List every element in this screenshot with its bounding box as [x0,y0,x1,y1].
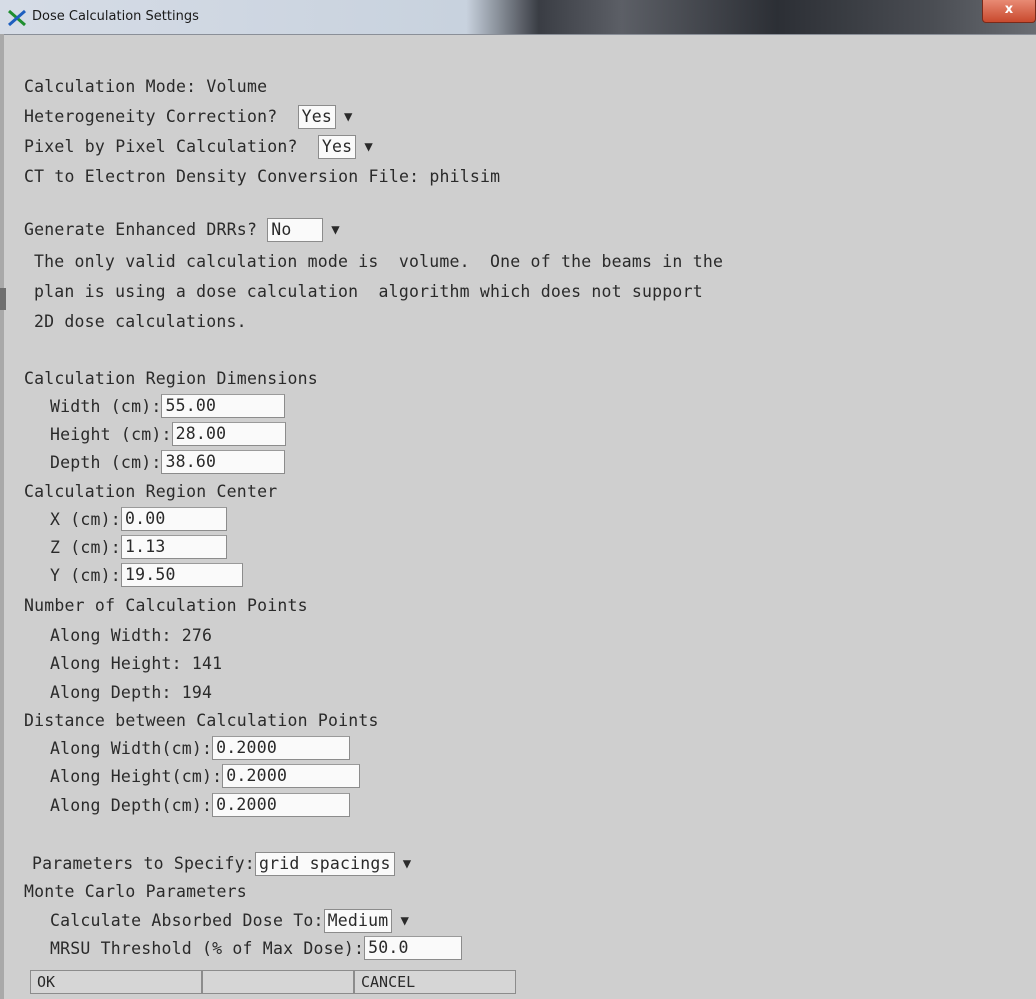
hetero-value: Yes [297,105,337,129]
absorbed-label: Calculate Absorbed Dose To: [50,911,324,930]
width-label: Width (cm): [50,397,162,416]
pixel-row: Pixel by Pixel Calculation? Yes ▼ [24,135,373,159]
x-row: X (cm): 0.00 [50,507,227,531]
params-value: grid spacings [254,852,395,876]
depth-label: Depth (cm): [50,453,162,472]
window-title: Dose Calculation Settings [32,9,199,24]
height-row: Height (cm): 28.00 [50,422,286,446]
calc-points-height: Along Height: 141 [50,654,223,673]
calc-points-heading: Number of Calculation Points [24,596,308,615]
distance-width-label: Along Width(cm): [50,739,213,758]
calc-points-width: Along Width: 276 [50,626,213,645]
dropdown-arrow-icon[interactable]: ▼ [331,219,340,241]
drr-row: Generate Enhanced DRRs? No ▼ [24,218,340,242]
ct-conversion-text: CT to Electron Density Conversion File: … [24,167,501,186]
width-row: Width (cm): 55.00 [50,394,286,418]
x-label: X (cm): [50,510,121,529]
cancel-button[interactable]: CANCEL [354,970,516,994]
region-dimensions-heading: Calculation Region Dimensions [24,369,318,388]
mrsu-input[interactable]: 50.0 [364,936,463,960]
depth-input[interactable]: 38.60 [161,450,286,474]
blank-button[interactable] [202,970,354,994]
x-input[interactable]: 0.00 [120,507,227,531]
distance-depth-input[interactable]: 0.2000 [212,793,351,817]
z-row: Z (cm): 1.13 [50,535,227,559]
mrsu-label: MRSU Threshold (% of Max Dose): [50,939,365,958]
calc-points-depth: Along Depth: 194 [50,683,213,702]
close-button[interactable]: x [982,0,1036,23]
hetero-row: Heterogeneity Correction? Yes ▼ [24,105,353,129]
depth-row: Depth (cm): 38.60 [50,450,286,474]
mrsu-row: MRSU Threshold (% of Max Dose): 50.0 [50,936,463,960]
message-line: The only valid calculation mode is volum… [34,252,724,271]
y-input[interactable]: 19.50 [120,563,243,587]
message-line: 2D dose calculations. [34,312,247,331]
message-line: plan is using a dose calculation algorit… [34,282,703,301]
z-label: Z (cm): [50,538,121,557]
region-center-heading: Calculation Region Center [24,482,278,501]
pixel-dropdown[interactable]: Yes ▼ [317,135,373,159]
dropdown-arrow-icon[interactable]: ▼ [364,136,373,158]
drr-label: Generate Enhanced DRRs? [24,220,258,239]
calc-mode-text: Calculation Mode: Volume [24,77,268,96]
dropdown-arrow-icon[interactable]: ▼ [400,910,409,932]
y-label: Y (cm): [50,566,121,585]
distance-height-input[interactable]: 0.2000 [222,764,361,788]
window-left-edge [0,34,4,999]
distance-width-row: Along Width(cm): 0.2000 [50,736,351,760]
params-label: Parameters to Specify: [32,854,255,873]
params-row: Parameters to Specify: grid spacings ▼ [32,852,412,876]
button-bar: OK CANCEL [30,970,516,996]
hetero-dropdown[interactable]: Yes ▼ [297,105,353,129]
distance-depth-row: Along Depth(cm): 0.2000 [50,793,351,817]
dropdown-arrow-icon[interactable]: ▼ [403,853,412,875]
absorbed-row: Calculate Absorbed Dose To: Medium ▼ [50,909,409,933]
pixel-label: Pixel by Pixel Calculation? [24,137,298,156]
distance-depth-label: Along Depth(cm): [50,796,213,815]
y-row: Y (cm): 19.50 [50,563,243,587]
ok-button[interactable]: OK [30,970,202,994]
distance-width-input[interactable]: 0.2000 [212,736,351,760]
dropdown-arrow-icon[interactable]: ▼ [344,106,353,128]
drr-dropdown[interactable]: No ▼ [267,218,340,242]
monte-carlo-heading: Monte Carlo Parameters [24,882,247,901]
distance-heading: Distance between Calculation Points [24,711,379,730]
pixel-value: Yes [317,135,357,159]
height-input[interactable]: 28.00 [171,422,286,446]
width-input[interactable]: 55.00 [161,394,286,418]
hetero-label: Heterogeneity Correction? [24,107,278,126]
height-label: Height (cm): [50,425,172,444]
params-dropdown[interactable]: grid spacings ▼ [254,852,412,876]
distance-height-row: Along Height(cm): 0.2000 [50,764,361,788]
absorbed-value: Medium [323,909,393,933]
title-bar: Dose Calculation Settings x [0,0,1036,35]
scroll-marker [0,288,6,310]
distance-height-label: Along Height(cm): [50,767,223,786]
absorbed-dropdown[interactable]: Medium ▼ [323,909,409,933]
app-x-icon [8,9,26,27]
drr-value: No [267,218,324,242]
z-input[interactable]: 1.13 [120,535,227,559]
